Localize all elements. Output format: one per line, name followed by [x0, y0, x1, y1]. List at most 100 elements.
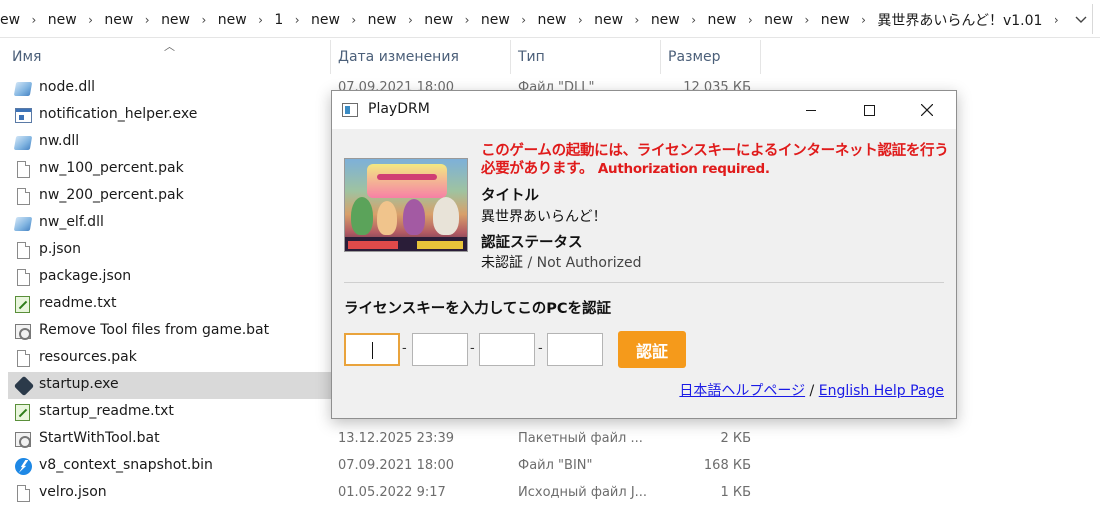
sort-ascending-icon: ︿: [164, 40, 175, 53]
chevron-right-icon[interactable]: ›: [623, 13, 651, 27]
file-name: velro.json: [39, 484, 107, 500]
maximize-button[interactable]: [840, 91, 898, 129]
column-type[interactable]: Тип: [510, 40, 660, 74]
breadcrumb-item[interactable]: new: [594, 12, 623, 28]
breadcrumb-item[interactable]: new: [764, 12, 793, 28]
chevron-right-icon[interactable]: ›: [77, 13, 105, 27]
file-size: 168 КБ: [703, 458, 751, 473]
file-name: nw_100_percent.pak: [39, 160, 184, 176]
file-name: v8_context_snapshot.bin: [39, 457, 213, 473]
chevron-right-icon[interactable]: ›: [247, 13, 275, 27]
breadcrumb-item[interactable]: new: [311, 12, 340, 28]
dll-icon: [13, 136, 33, 150]
chevron-right-icon[interactable]: ›: [1042, 13, 1070, 27]
file-icon: [17, 269, 30, 286]
license-key-prompt: ライセンスキーを入力してこのPCを認証: [344, 301, 612, 317]
chevron-right-icon[interactable]: ›: [133, 13, 161, 27]
breadcrumb-item[interactable]: new: [651, 12, 680, 28]
breadcrumb-item[interactable]: new: [481, 12, 510, 28]
chevron-down-icon[interactable]: [1070, 9, 1092, 31]
breadcrumb-item[interactable]: new: [538, 12, 567, 28]
file-name: p.json: [39, 241, 81, 257]
file-name: startup.exe: [39, 376, 119, 392]
close-button[interactable]: [898, 91, 956, 129]
breadcrumb-item[interactable]: new: [218, 12, 247, 28]
file-icon: [17, 242, 30, 259]
chevron-right-icon[interactable]: ›: [340, 13, 368, 27]
column-name-label: Имя: [12, 49, 42, 65]
help-links: 日本語ヘルプページ / English Help Page: [679, 380, 944, 400]
breadcrumb-item[interactable]: new: [424, 12, 453, 28]
breadcrumb-item[interactable]: new: [368, 12, 397, 28]
help-separator: /: [805, 383, 819, 399]
authorization-required-message: このゲームの起動には、ライセンスキーによるインターネット認証を行う必要があります…: [481, 142, 949, 178]
column-divider[interactable]: [760, 40, 761, 74]
text-file-icon: [15, 404, 30, 421]
license-key-field-1[interactable]: [344, 333, 400, 366]
title-label: タイトル: [481, 188, 539, 204]
chevron-right-icon[interactable]: ›: [736, 13, 764, 27]
exe-icon: [15, 108, 32, 123]
auth-status-jp: 未認証: [481, 255, 523, 271]
key-separator: -: [470, 341, 475, 356]
column-size[interactable]: Размер: [660, 40, 760, 74]
column-date[interactable]: Дата изменения: [330, 40, 510, 74]
column-type-label: Тип: [518, 49, 545, 65]
breadcrumb-item[interactable]: ew: [0, 12, 20, 28]
minimize-button[interactable]: [782, 91, 840, 129]
chevron-right-icon[interactable]: ›: [397, 13, 425, 27]
file-row[interactable]: StartWithTool.bat 13.12.2025 23:39 Пакетны…: [0, 426, 1100, 453]
file-name: notification_helper.exe: [39, 106, 198, 122]
authenticate-button[interactable]: 認証: [618, 331, 686, 368]
column-name[interactable]: Имя ︿: [4, 40, 330, 74]
address-bar[interactable]: ew › new › new › new › new › 1 › new › new › new › new › new…: [0, 0, 1100, 38]
file-date: 01.05.2022 9:17: [338, 485, 446, 500]
game-cover-image: [344, 158, 468, 252]
requirement-text-en: Authorization required.: [597, 161, 770, 177]
chevron-right-icon[interactable]: ›: [566, 13, 594, 27]
chevron-right-icon[interactable]: ›: [793, 13, 821, 27]
breadcrumb-item[interactable]: 1: [274, 12, 283, 28]
column-size-label: Размер: [668, 49, 721, 65]
auth-status: 未認証 / Not Authorized: [481, 252, 641, 272]
breadcrumb-item[interactable]: new: [104, 12, 133, 28]
chevron-right-icon[interactable]: ›: [283, 13, 311, 27]
breadcrumb-item[interactable]: new: [161, 12, 190, 28]
breadcrumb-item[interactable]: 異世界あいらんど！v1.01: [877, 10, 1042, 30]
english-help-link[interactable]: English Help Page: [819, 383, 944, 399]
file-name: Remove Tool files from game.bat: [39, 322, 270, 338]
breadcrumb-item[interactable]: new: [48, 12, 77, 28]
dialog-titlebar[interactable]: PlayDRM: [332, 91, 956, 129]
app-window-icon: [342, 103, 358, 117]
dialog-title: PlayDRM: [368, 101, 430, 117]
bin-file-icon: [15, 458, 32, 475]
file-icon: [17, 161, 30, 178]
text-caret: [372, 342, 373, 359]
batch-file-icon: [15, 324, 31, 340]
file-size: 1 КБ: [720, 485, 751, 500]
japanese-help-link[interactable]: 日本語ヘルプページ: [679, 383, 805, 399]
chevron-right-icon[interactable]: ›: [510, 13, 538, 27]
file-row[interactable]: v8_context_snapshot.bin 07.09.2021 18:00 Ф…: [0, 453, 1100, 480]
batch-file-icon: [15, 432, 31, 448]
license-key-field-2[interactable]: [412, 333, 468, 366]
file-name: nw_elf.dll: [39, 214, 104, 230]
chevron-right-icon[interactable]: ›: [453, 13, 481, 27]
chevron-right-icon[interactable]: ›: [680, 13, 708, 27]
file-name: startup_readme.txt: [39, 403, 174, 419]
file-name: readme.txt: [39, 295, 117, 311]
auth-status-en: Not Authorized: [536, 255, 642, 271]
breadcrumb-item[interactable]: new: [707, 12, 736, 28]
chevron-right-icon[interactable]: ›: [850, 13, 878, 27]
license-key-field-4[interactable]: [547, 333, 603, 366]
file-name: nw_200_percent.pak: [39, 187, 184, 203]
breadcrumb-item[interactable]: new: [821, 12, 850, 28]
chevron-right-icon[interactable]: ›: [20, 13, 48, 27]
license-key-field-3[interactable]: [479, 333, 535, 366]
file-name: node.dll: [39, 79, 96, 95]
file-row[interactable]: velro.json 01.05.2022 9:17 Исходный файл J…: [0, 480, 1100, 507]
minimize-icon: [806, 109, 816, 111]
file-icon: [17, 188, 30, 205]
chevron-right-icon[interactable]: ›: [190, 13, 218, 27]
column-headers: Имя ︿ Дата изменения Тип Размер: [0, 40, 1100, 74]
